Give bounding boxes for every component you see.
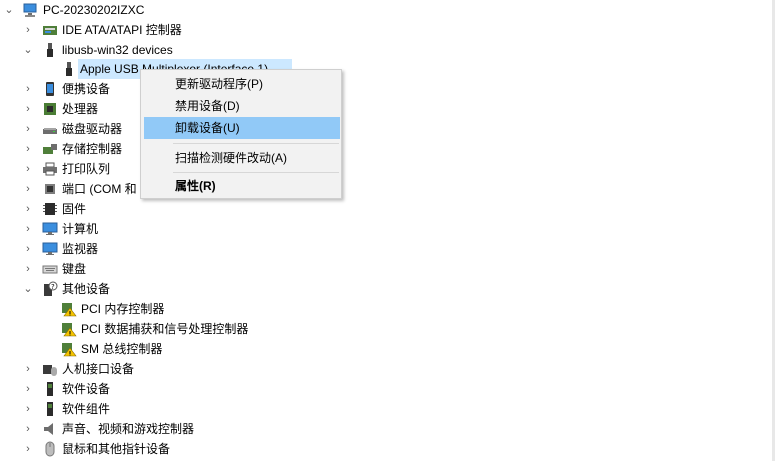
speaker-icon bbox=[44, 423, 53, 435]
tree-item-other-devices[interactable]: ⌄ ? 其他设备 bbox=[0, 279, 400, 299]
device-tree[interactable]: ⌄ PC-20230202IZXC › IDE ATA/ATAPI 控制器 ⌄ … bbox=[0, 0, 775, 461]
category-label: 声音、视频和游戏控制器 bbox=[62, 422, 195, 436]
warning-device-icon bbox=[62, 323, 77, 337]
computer-name: PC-20230202IZXC bbox=[43, 3, 145, 17]
chevron-right-icon[interactable]: › bbox=[23, 199, 33, 219]
device-label: PCI 数据捕获和信号处理控制器 bbox=[81, 322, 249, 336]
category-label: 鼠标和其他指针设备 bbox=[62, 442, 171, 456]
tree-root[interactable]: ⌄ PC-20230202IZXC bbox=[0, 0, 400, 20]
category-label: 计算机 bbox=[62, 222, 99, 236]
chevron-right-icon[interactable]: › bbox=[23, 20, 33, 40]
category-label: 软件设备 bbox=[62, 382, 111, 396]
portable-device-icon bbox=[46, 82, 54, 96]
monitor-icon bbox=[42, 242, 58, 255]
menu-item-label: 属性(R) bbox=[175, 179, 216, 193]
menu-item-label: 卸载设备(U) bbox=[175, 121, 240, 135]
software-device-icon bbox=[47, 382, 53, 396]
category-label: 键盘 bbox=[62, 262, 87, 276]
tree-item-sm-bus[interactable]: SM 总线控制器 bbox=[0, 339, 400, 359]
processor-icon bbox=[44, 103, 56, 115]
menu-item-uninstall-device[interactable]: 卸载设备(U) bbox=[144, 117, 340, 139]
keyboard-icon bbox=[42, 265, 58, 274]
category-label: 处理器 bbox=[62, 102, 99, 116]
chevron-right-icon[interactable]: › bbox=[23, 259, 33, 279]
category-label: IDE ATA/ATAPI 控制器 bbox=[62, 23, 182, 37]
usb-plug-icon bbox=[47, 43, 53, 57]
tree-item-mouse[interactable]: › 鼠标和其他指针设备 bbox=[0, 439, 400, 459]
tree-item-keyboard[interactable]: › 键盘 bbox=[0, 259, 400, 279]
device-label: PCI 内存控制器 bbox=[81, 302, 165, 316]
unknown-device-icon: ? bbox=[44, 281, 58, 296]
context-menu: 更新驱动程序(P) 禁用设备(D) 卸载设备(U) 扫描检测硬件改动(A) 属性… bbox=[140, 69, 342, 199]
tree-item-firmware[interactable]: › 固件 bbox=[0, 199, 400, 219]
chevron-right-icon[interactable]: › bbox=[23, 119, 33, 139]
tree-item-pci-memory[interactable]: PCI 内存控制器 bbox=[0, 299, 400, 319]
chevron-right-icon[interactable]: › bbox=[23, 399, 33, 419]
chevron-right-icon[interactable]: › bbox=[23, 179, 33, 199]
hid-icon bbox=[43, 365, 57, 376]
category-label: 软件组件 bbox=[62, 402, 111, 416]
chevron-right-icon[interactable]: › bbox=[23, 359, 33, 379]
category-label: 固件 bbox=[62, 202, 87, 216]
category-label: 监视器 bbox=[62, 242, 99, 256]
chevron-right-icon[interactable]: › bbox=[23, 219, 33, 239]
warning-device-icon bbox=[62, 343, 77, 357]
menu-item-label: 扫描检测硬件改动(A) bbox=[175, 151, 287, 165]
tree-item-sound[interactable]: › 声音、视频和游戏控制器 bbox=[0, 419, 400, 439]
printer-icon bbox=[43, 162, 57, 176]
category-label: libusb-win32 devices bbox=[62, 43, 173, 57]
software-component-icon bbox=[47, 402, 53, 416]
category-label: 端口 (COM 和 bbox=[62, 182, 137, 196]
mouse-icon bbox=[45, 441, 55, 457]
menu-item-scan-hardware[interactable]: 扫描检测硬件改动(A) bbox=[144, 147, 340, 169]
menu-item-update-driver[interactable]: 更新驱动程序(P) bbox=[144, 73, 340, 95]
device-label: SM 总线控制器 bbox=[81, 342, 163, 356]
chevron-down-icon[interactable]: ⌄ bbox=[23, 279, 33, 299]
category-label: 存储控制器 bbox=[62, 142, 123, 156]
category-label: 其他设备 bbox=[62, 282, 111, 296]
ide-controller-icon bbox=[43, 26, 57, 35]
port-icon bbox=[45, 184, 55, 194]
tree-item-software-device[interactable]: › 软件设备 bbox=[0, 379, 400, 399]
svg-text:?: ? bbox=[51, 283, 55, 291]
chevron-right-icon[interactable]: › bbox=[23, 79, 33, 99]
usb-plug-icon bbox=[66, 62, 72, 76]
disk-drive-icon bbox=[43, 128, 57, 134]
menu-item-disable-device[interactable]: 禁用设备(D) bbox=[144, 95, 340, 117]
tree-item-hid[interactable]: › 人机接口设备 bbox=[0, 359, 400, 379]
storage-controller-icon bbox=[43, 144, 57, 154]
warning-device-icon bbox=[62, 303, 77, 317]
category-label: 便携设备 bbox=[62, 82, 111, 96]
chevron-right-icon[interactable]: › bbox=[23, 419, 33, 439]
chevron-right-icon[interactable]: › bbox=[23, 239, 33, 259]
menu-item-properties[interactable]: 属性(R) bbox=[144, 175, 340, 197]
chevron-right-icon[interactable]: › bbox=[23, 139, 33, 159]
category-label: 磁盘驱动器 bbox=[62, 122, 123, 136]
chevron-down-icon[interactable]: ⌄ bbox=[4, 0, 14, 20]
tree-item-software-component[interactable]: › 软件组件 bbox=[0, 399, 400, 419]
chevron-down-icon[interactable]: ⌄ bbox=[23, 40, 33, 60]
menu-item-label: 禁用设备(D) bbox=[175, 99, 240, 113]
computer-icon bbox=[42, 222, 58, 235]
category-label: 人机接口设备 bbox=[62, 362, 135, 376]
tree-item-pci-data[interactable]: PCI 数据捕获和信号处理控制器 bbox=[0, 319, 400, 339]
firmware-icon bbox=[43, 203, 57, 215]
menu-item-label: 更新驱动程序(P) bbox=[175, 77, 263, 91]
chevron-right-icon[interactable]: › bbox=[23, 439, 33, 459]
tree-item-ide[interactable]: › IDE ATA/ATAPI 控制器 bbox=[0, 20, 400, 40]
chevron-right-icon[interactable]: › bbox=[23, 159, 33, 179]
menu-separator bbox=[173, 172, 339, 173]
menu-separator bbox=[173, 143, 339, 144]
tree-item-libusb[interactable]: ⌄ libusb-win32 devices bbox=[0, 40, 400, 60]
category-label: 打印队列 bbox=[62, 162, 111, 176]
chevron-right-icon[interactable]: › bbox=[23, 99, 33, 119]
tree-item-monitor[interactable]: › 监视器 bbox=[0, 239, 400, 259]
chevron-right-icon[interactable]: › bbox=[23, 379, 33, 399]
computer-network-icon bbox=[23, 3, 37, 17]
tree-item-computer[interactable]: › 计算机 bbox=[0, 219, 400, 239]
